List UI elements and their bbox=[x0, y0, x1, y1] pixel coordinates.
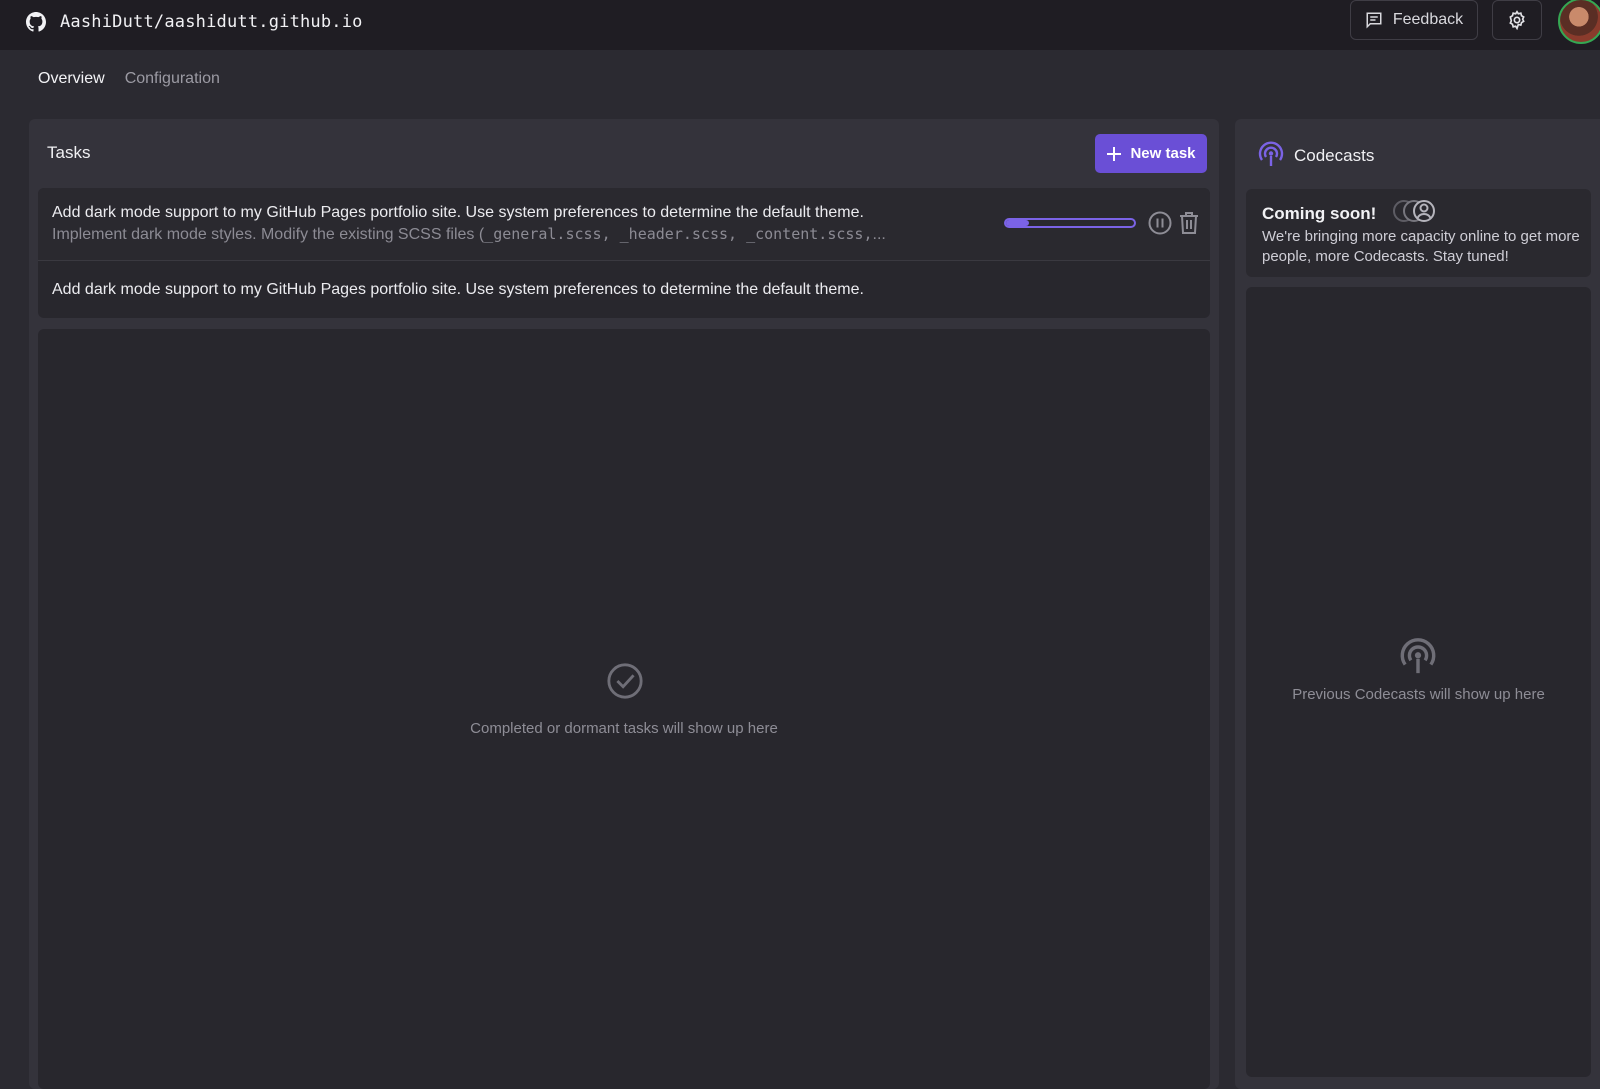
tab-bar: Overview Configuration bbox=[38, 70, 220, 88]
task-row[interactable]: Add dark mode support to my GitHub Pages… bbox=[38, 261, 1210, 318]
feedback-label: Feedback bbox=[1392, 11, 1464, 28]
podcast-icon bbox=[1400, 638, 1436, 674]
new-task-button[interactable]: New task bbox=[1095, 134, 1207, 173]
feedback-button[interactable]: Feedback bbox=[1350, 0, 1478, 40]
feedback-icon bbox=[1366, 12, 1382, 29]
tasks-panel: Tasks New task Add dark mode support to … bbox=[29, 119, 1219, 1089]
task-progress-bar bbox=[1004, 218, 1136, 228]
task-list: Add dark mode support to my GitHub Pages… bbox=[38, 188, 1210, 318]
podcast-icon bbox=[1258, 141, 1284, 166]
people-icon bbox=[1393, 200, 1435, 222]
task-subtitle: Implement dark mode styles. Modify the e… bbox=[52, 225, 886, 243]
top-bar: AashiDutt/aashidutt.github.io Feedback bbox=[0, 0, 1600, 50]
repo-name[interactable]: AashiDutt/aashidutt.github.io bbox=[60, 12, 363, 32]
task-title: Add dark mode support to my GitHub Pages… bbox=[52, 204, 864, 221]
codecasts-panel: Codecasts Coming soon! We're bringing mo… bbox=[1235, 119, 1600, 1089]
completed-tasks-area: Completed or dormant tasks will show up … bbox=[38, 329, 1210, 1089]
coming-soon-card: Coming soon! We're bringing more capacit… bbox=[1246, 189, 1591, 277]
coming-soon-title: Coming soon! bbox=[1262, 204, 1377, 223]
tab-overview[interactable]: Overview bbox=[38, 70, 105, 88]
avatar[interactable] bbox=[1558, 0, 1600, 44]
task-title: Add dark mode support to my GitHub Pages… bbox=[52, 281, 864, 298]
gear-icon bbox=[1509, 10, 1525, 30]
previous-codecasts-text: Previous Codecasts will show up here bbox=[1292, 686, 1545, 703]
coming-soon-text: We're bringing more capacity online to g… bbox=[1262, 228, 1580, 265]
plus-icon bbox=[1107, 146, 1122, 161]
check-circle-icon bbox=[607, 663, 643, 699]
previous-codecasts-area: Previous Codecasts will show up here bbox=[1246, 287, 1591, 1077]
github-icon[interactable] bbox=[26, 12, 46, 32]
codecasts-title: Codecasts bbox=[1294, 146, 1375, 165]
tasks-title: Tasks bbox=[47, 143, 91, 162]
task-row[interactable]: Add dark mode support to my GitHub Pages… bbox=[38, 188, 1210, 261]
empty-tasks-text: Completed or dormant tasks will show up … bbox=[470, 720, 778, 737]
pause-icon[interactable] bbox=[1148, 211, 1172, 235]
task-progress-fill bbox=[1006, 220, 1030, 226]
tab-configuration[interactable]: Configuration bbox=[125, 70, 220, 88]
settings-button[interactable] bbox=[1492, 0, 1542, 40]
trash-icon[interactable] bbox=[1178, 211, 1200, 235]
new-task-label: New task bbox=[1130, 145, 1196, 162]
